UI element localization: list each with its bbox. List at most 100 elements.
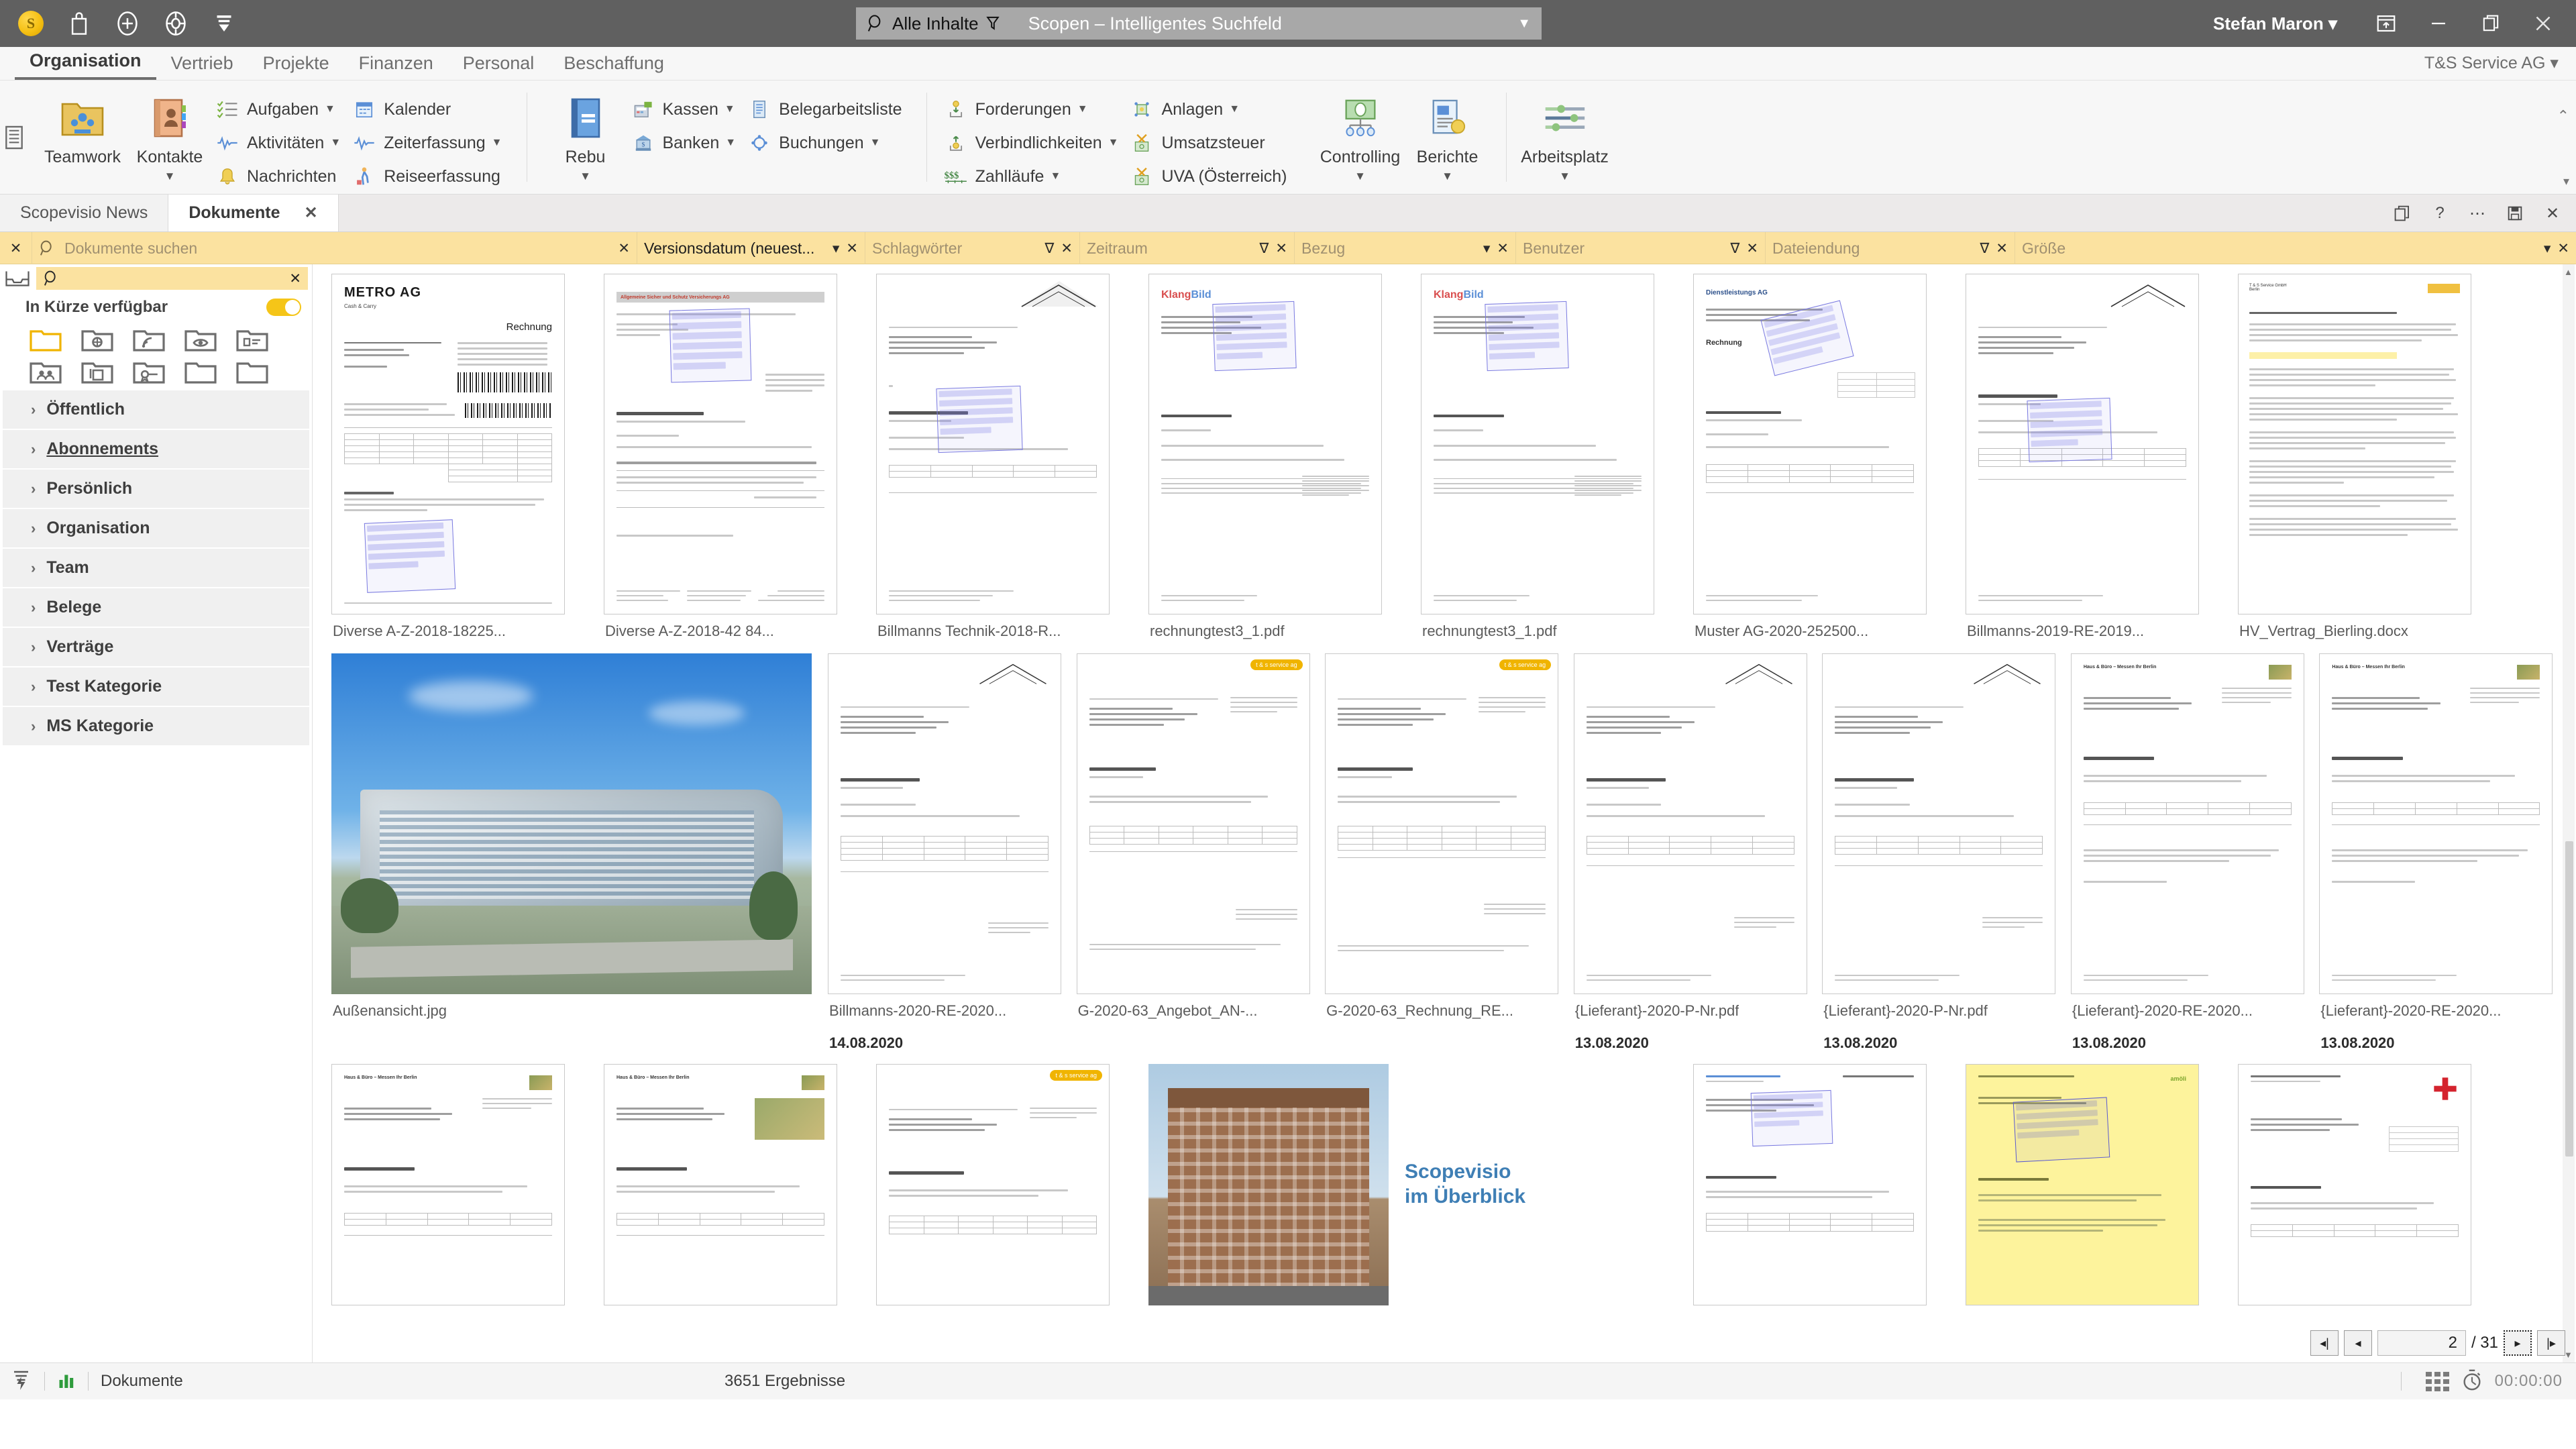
ribbon-rail-icon[interactable] <box>0 80 28 194</box>
doc-tab-dokumente[interactable]: Dokumente ✕ <box>168 195 339 231</box>
sidebar-search-clear-icon[interactable]: ✕ <box>289 270 301 287</box>
filter-schlagwoerter-input[interactable]: Schlagwörter <box>872 239 962 258</box>
filter-dateiendung-funnel-icon[interactable]: ∇ <box>1980 240 1989 257</box>
ribbon-item-zahllaeufe[interactable]: $$$ Zahlläufe ▼ <box>942 161 1128 192</box>
last-page-button[interactable]: |▸ <box>2537 1330 2565 1356</box>
ribbon-button-rebu[interactable]: Rebu ▼ <box>542 90 629 183</box>
folder-globe-icon[interactable] <box>81 326 113 352</box>
folder-card-icon[interactable] <box>236 326 268 352</box>
sidebar-item-test-kategorie[interactable]: › Test Kategorie <box>3 667 309 706</box>
document-card[interactable]: t & s service ag <box>1071 653 1320 1020</box>
next-page-button[interactable]: ▸ <box>2504 1330 2532 1356</box>
ribbon-item-zeiterfassung-caret-icon[interactable]: ▼ <box>492 137 502 149</box>
filter-groesse[interactable]: Größe ▾ ✕ <box>2015 232 2576 264</box>
filter-zeitraum-clear-icon[interactable]: ✕ <box>1275 240 1287 257</box>
page-number-input[interactable]: 2 <box>2377 1330 2466 1356</box>
doc-tab-scopevisio-news[interactable]: Scopevisio News <box>0 195 169 231</box>
document-card[interactable]: Billmanns-2020-RE-2020... 14.08.2020 <box>822 653 1071 1052</box>
ribbon-button-controlling-caret-icon[interactable]: ▼ <box>1354 170 1366 183</box>
filter-search-clear-icon[interactable]: ✕ <box>618 240 630 257</box>
sidebar-item-team[interactable]: › Team <box>3 549 309 587</box>
filter-zeitraum-funnel-icon[interactable]: ∇ <box>1259 240 1269 257</box>
filter-benutzer-input[interactable]: Benutzer <box>1523 239 1585 258</box>
ribbon-item-nachrichten[interactable]: Nachrichten <box>213 161 350 192</box>
filter-zeitraum-input[interactable]: Zeitraum <box>1087 239 1148 258</box>
filter-schlagwoerter-funnel-icon[interactable]: ∇ <box>1044 240 1054 257</box>
document-card[interactable]: Dienstleistungs AG Rechnung Muster AG-20… <box>1688 274 1960 640</box>
folder-eye-icon[interactable] <box>184 326 217 352</box>
filter-groesse-caret-icon[interactable]: ▾ <box>2544 240 2551 257</box>
menu-tab-organisation[interactable]: Organisation <box>15 50 156 80</box>
filter-bezug-caret-icon[interactable]: ▾ <box>1483 240 1491 257</box>
sidebar-item-oeffentlich[interactable]: › Öffentlich <box>3 390 309 429</box>
filter-groesse-clear-icon[interactable]: ✕ <box>2557 240 2569 257</box>
global-search-input[interactable]: Scopen – Intelligentes Suchfeld <box>1028 13 1518 34</box>
document-card[interactable]: {Lieferant}-2020-P-Nr.pdf 13.08.2020 <box>1568 653 1817 1052</box>
add-circle-icon[interactable] <box>113 9 142 38</box>
filter-bar-leading-close[interactable]: ✕ <box>0 232 32 264</box>
ribbon-item-uva-oesterreich[interactable]: UVA (Österreich) <box>1128 161 1296 192</box>
search-filter-icon[interactable] <box>985 15 1000 32</box>
ribbon-button-berichte-caret-icon[interactable]: ▼ <box>1442 170 1453 183</box>
ribbon-button-kontakte-caret-icon[interactable]: ▼ <box>164 170 176 183</box>
close-button[interactable] <box>2517 0 2569 47</box>
document-card[interactable]: Haus & Büro – Messen Ihr Berlin <box>2065 653 2314 1052</box>
sidebar-item-persoenlich[interactable]: › Persönlich <box>3 470 309 508</box>
ribbon-item-aktivitaeten-caret-icon[interactable]: ▼ <box>330 137 341 149</box>
ribbon-item-belegarbeitsliste[interactable]: Belegarbeitsliste <box>745 94 911 125</box>
folder-plain-icon[interactable] <box>30 326 62 352</box>
filter-dateiendung[interactable]: Dateiendung ∇ ✕ <box>1766 232 2015 264</box>
ribbon-expand-icon[interactable]: ⌃ <box>2557 107 2569 125</box>
folder-blank-icon[interactable] <box>184 358 217 384</box>
filter-dateiendung-clear-icon[interactable]: ✕ <box>1996 240 2008 257</box>
folder-copy-icon[interactable] <box>81 358 113 384</box>
ribbon-item-anlagen[interactable]: Anlagen ▼ <box>1128 94 1296 125</box>
folder-blank2-icon[interactable] <box>236 358 268 384</box>
menu-tab-projekte[interactable]: Projekte <box>248 53 344 80</box>
filter-benutzer-clear-icon[interactable]: ✕ <box>1746 240 1758 257</box>
availability-toggle[interactable] <box>266 299 301 316</box>
vertical-scrollbar[interactable]: ▲ ▼ <box>2563 264 2575 1362</box>
document-card[interactable]: {Lieferant}-2020-P-Nr.pdf 13.08.2020 <box>1817 653 2065 1052</box>
document-card[interactable]: Allgemeine Sicher und Schutz Versicherun… <box>598 274 871 640</box>
ribbon-item-banken[interactable]: $ Banken ▼ <box>629 127 746 158</box>
maximize-button[interactable] <box>2465 0 2517 47</box>
ribbon-item-reiseerfassung[interactable]: Reiseerfassung <box>350 161 511 192</box>
shopping-bag-icon[interactable] <box>64 9 94 38</box>
ribbon-item-anlagen-caret-icon[interactable]: ▼ <box>1229 103 1240 115</box>
sidebar-item-belege[interactable]: › Belege <box>3 588 309 627</box>
inbox-icon[interactable] <box>4 268 31 288</box>
folder-rss-icon[interactable] <box>133 326 165 352</box>
duplicate-tab-icon[interactable] <box>2384 195 2420 232</box>
document-card[interactable]: amöli <box>1960 1064 2233 1305</box>
document-card[interactable]: Haus & Büro – Messen Ihr Berlin <box>326 1064 598 1305</box>
user-menu[interactable]: Stefan Maron ▾ <box>2213 13 2337 34</box>
ribbon-item-kassen[interactable]: Kassen ▼ <box>629 94 746 125</box>
close-panel-icon[interactable]: ✕ <box>2534 195 2571 232</box>
ribbon-item-verbindlichkeiten-caret-icon[interactable]: ▼ <box>1108 137 1119 149</box>
ribbon-item-aktivitaeten[interactable]: Aktivitäten ▼ <box>213 127 350 158</box>
ribbon-item-forderungen[interactable]: Forderungen ▼ <box>942 94 1128 125</box>
stopwatch-icon[interactable] <box>2461 1368 2483 1395</box>
document-card[interactable]: Haus & Büro – Messen Ihr Berlin <box>598 1064 871 1305</box>
sidebar-item-vertraege[interactable]: › Verträge <box>3 628 309 666</box>
ribbon-item-aufgaben[interactable]: Aufgaben ▼ <box>213 94 350 125</box>
scopevisio-coin-icon[interactable]: S <box>16 9 46 38</box>
more-options-icon[interactable]: ⋯ <box>2459 195 2496 232</box>
ribbon-button-rebu-caret-icon[interactable]: ▼ <box>580 170 591 183</box>
filter-search-documents[interactable]: Dokumente suchen ✕ <box>32 232 637 264</box>
doc-tab-close-icon[interactable]: ✕ <box>305 203 318 223</box>
ribbon-button-teamwork[interactable]: Teamwork <box>39 90 126 167</box>
ribbon-button-arbeitsplatz[interactable]: Arbeitsplatz ▼ <box>1521 90 1609 183</box>
document-card[interactable]: T & S Service GmbH Berlin HV_Vertrag_Bie… <box>2233 274 2505 640</box>
scrollbar-thumb[interactable] <box>2565 841 2573 1157</box>
ribbon-item-zahllaeufe-caret-icon[interactable]: ▼ <box>1050 170 1061 182</box>
filter-sort-clear-icon[interactable]: ✕ <box>846 240 858 257</box>
sidebar-search-input[interactable]: ✕ <box>36 267 308 290</box>
first-page-button[interactable]: ◂| <box>2310 1330 2339 1356</box>
filter-schlagwoerter[interactable]: Schlagwörter ∇ ✕ <box>865 232 1080 264</box>
company-selector[interactable]: T&S Service AG ▾ <box>2424 53 2559 73</box>
folder-people-icon[interactable] <box>30 358 62 384</box>
ribbon-button-controlling[interactable]: Controlling ▼ <box>1317 90 1404 183</box>
filter-dateiendung-input[interactable]: Dateiendung <box>1772 239 1860 258</box>
